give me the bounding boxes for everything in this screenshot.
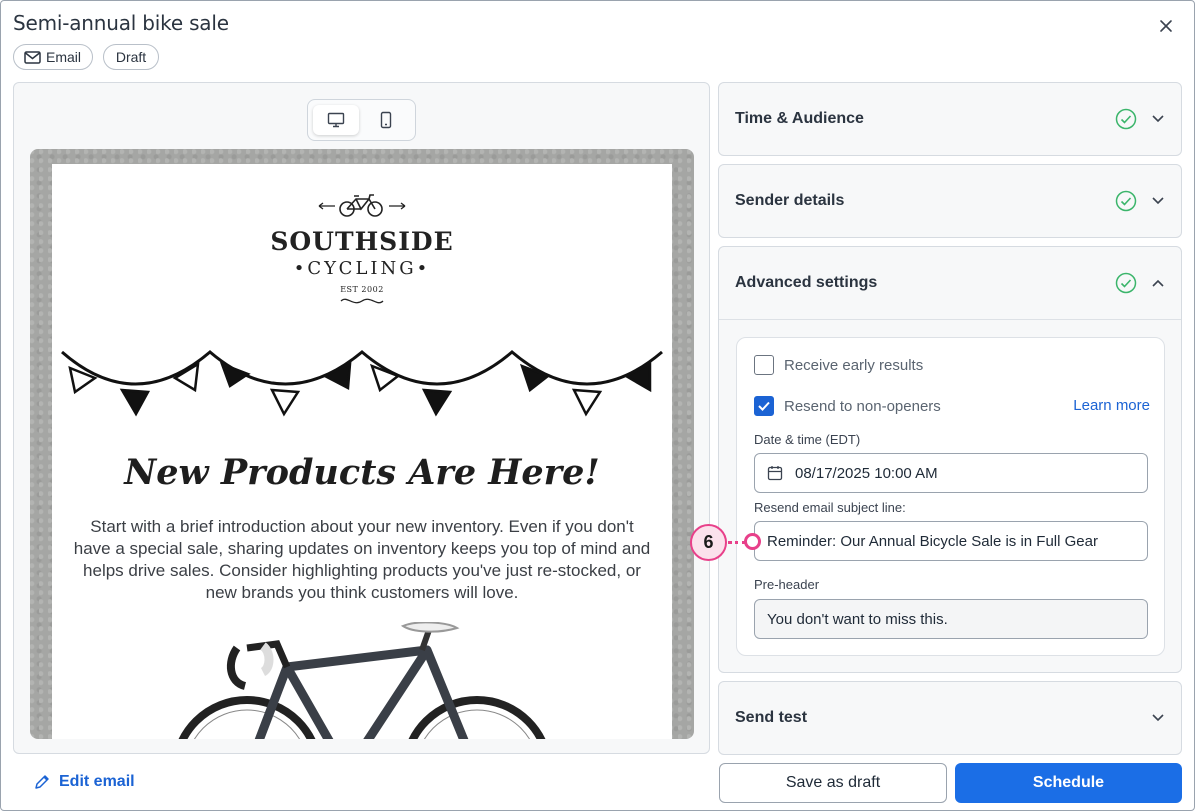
bunting-decoration	[61, 350, 663, 417]
chevron-down-icon	[1152, 197, 1164, 205]
edit-email-link[interactable]: Edit email	[34, 773, 135, 791]
early-results-checkbox[interactable]	[754, 355, 774, 375]
edit-email-label: Edit email	[59, 773, 135, 790]
subject-line-value: Reminder: Our Annual Bicycle Sale is in …	[767, 532, 1098, 550]
bicycle-image	[178, 622, 546, 739]
sender-details-title: Sender details	[735, 192, 845, 209]
email-type-chip: Email	[13, 44, 93, 70]
early-results-option[interactable]: Receive early results	[754, 355, 923, 375]
sender-details-panel: Sender details	[718, 164, 1182, 238]
checkmark-icon	[758, 401, 770, 411]
close-button[interactable]	[1154, 14, 1178, 38]
bicycle-logo-icon	[318, 194, 406, 217]
email-chip-label: Email	[46, 49, 82, 65]
chevron-up-icon	[1152, 279, 1164, 287]
brand-logo: SOUTHSIDE •CYCLING• EST 2002	[52, 192, 672, 312]
send-test-header[interactable]: Send test	[719, 682, 1181, 754]
chevron-down-icon	[1152, 714, 1164, 722]
send-test-panel: Send test	[718, 681, 1182, 755]
status-badge: Draft	[103, 44, 159, 70]
date-time-field[interactable]: 08/17/2025 10:00 AM	[754, 453, 1148, 493]
flourish-icon	[340, 298, 384, 304]
desktop-icon	[327, 112, 345, 128]
advanced-settings-panel: Advanced settings Receive early results …	[718, 246, 1182, 673]
sender-details-header[interactable]: Sender details	[719, 165, 1181, 237]
campaign-title: Semi-annual bike sale	[13, 11, 229, 35]
save-draft-button[interactable]: Save as draft	[719, 763, 947, 803]
pencil-icon	[35, 775, 49, 789]
email-body: SOUTHSIDE •CYCLING• EST 2002 New Product…	[52, 164, 672, 739]
time-audience-panel: Time & Audience	[718, 82, 1182, 156]
logo-established: EST 2002	[340, 285, 384, 294]
mobile-icon	[380, 111, 392, 129]
time-audience-title: Time & Audience	[735, 110, 864, 127]
date-time-value: 08/17/2025 10:00 AM	[795, 464, 938, 482]
schedule-button[interactable]: Schedule	[955, 763, 1182, 803]
preheader-input[interactable]: You don't want to miss this.	[754, 599, 1148, 639]
device-toggle	[307, 99, 416, 141]
chevron-down-icon	[1152, 115, 1164, 123]
resend-option[interactable]: Resend to non-openers	[754, 396, 941, 416]
callout-badge: 6	[690, 524, 727, 561]
check-circle-icon	[1115, 272, 1137, 294]
panel-divider	[719, 319, 1181, 320]
learn-more-link[interactable]: Learn more	[1073, 397, 1150, 414]
close-icon	[1160, 20, 1172, 32]
preheader-label: Pre-header	[754, 577, 820, 592]
subject-line-label: Resend email subject line:	[754, 500, 906, 515]
resend-checkbox[interactable]	[754, 396, 774, 416]
calendar-icon	[767, 466, 783, 481]
desktop-view-button[interactable]	[313, 105, 359, 135]
date-time-label: Date & time (EDT)	[754, 432, 861, 447]
logo-subtitle: •CYCLING•	[293, 258, 431, 279]
preheader-value: You don't want to miss this.	[767, 610, 948, 628]
email-headline: New Products Are Here!	[124, 452, 600, 493]
check-circle-icon	[1115, 108, 1137, 130]
subject-line-input[interactable]: Reminder: Our Annual Bicycle Sale is in …	[754, 521, 1148, 561]
mobile-view-button[interactable]	[363, 105, 409, 135]
envelope-icon	[24, 50, 41, 64]
send-test-title: Send test	[735, 709, 808, 726]
email-body-text: Start with a brief introduction about yo…	[73, 517, 651, 602]
callout-marker	[744, 533, 761, 550]
early-results-label: Receive early results	[784, 356, 924, 374]
advanced-settings-header[interactable]: Advanced settings	[719, 247, 1181, 319]
time-audience-header[interactable]: Time & Audience	[719, 83, 1181, 155]
logo-wordmark: SOUTHSIDE	[270, 227, 454, 256]
resend-label: Resend to non-openers	[784, 397, 941, 415]
advanced-settings-card: Receive early results Resend to non-open…	[736, 337, 1165, 656]
email-preview-pane: SOUTHSIDE •CYCLING• EST 2002 New Product…	[13, 82, 710, 754]
email-canvas: SOUTHSIDE •CYCLING• EST 2002 New Product…	[30, 149, 694, 739]
check-circle-icon	[1115, 190, 1137, 212]
advanced-settings-title: Advanced settings	[735, 274, 878, 291]
